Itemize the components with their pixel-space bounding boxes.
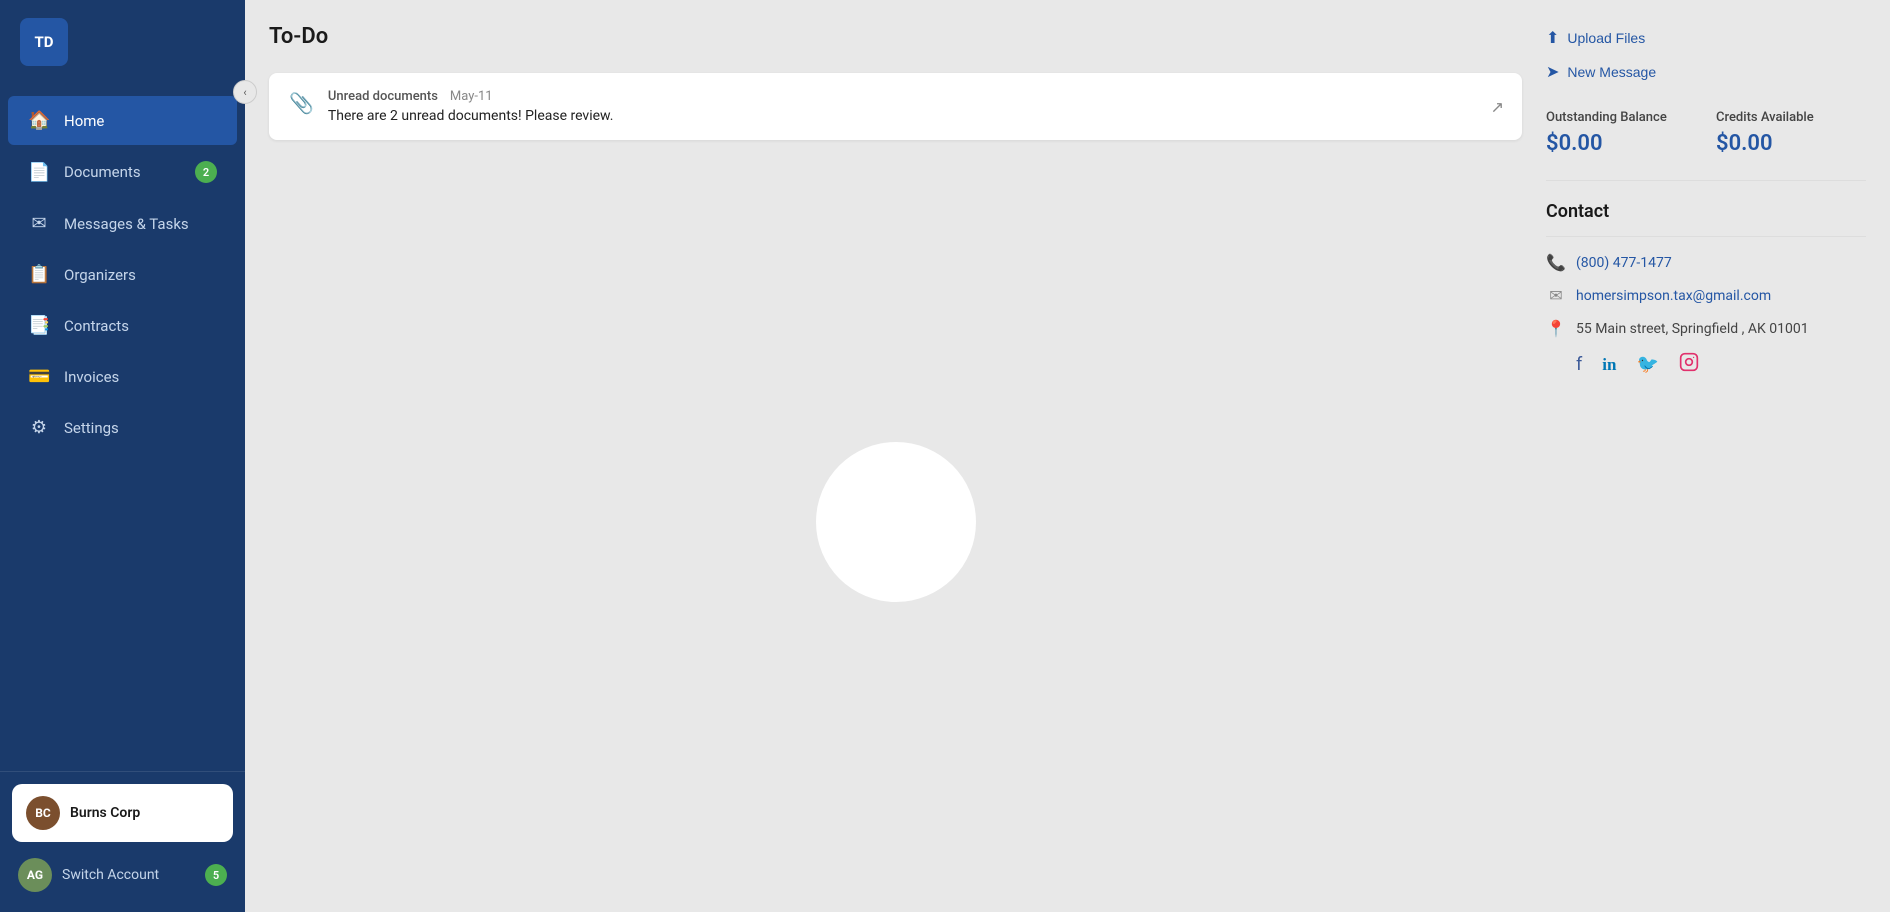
outstanding-balance-value: $0.00 xyxy=(1546,131,1696,156)
sidebar-item-organizers[interactable]: 📋 Organizers xyxy=(8,250,237,299)
sidebar-item-home[interactable]: 🏠 Home xyxy=(8,96,237,145)
app-logo: TD xyxy=(20,18,68,66)
sidebar-item-invoices[interactable]: 💳 Invoices xyxy=(8,352,237,401)
switch-account-button[interactable]: AG Switch Account 5 xyxy=(12,850,233,900)
sidebar-item-messages[interactable]: ✉ Messages & Tasks xyxy=(8,199,237,248)
avatar-bc: BC xyxy=(26,796,60,830)
upload-icon: ⬆ xyxy=(1546,28,1559,48)
contact-title: Contact xyxy=(1546,201,1866,222)
switch-account-label: Switch Account xyxy=(62,867,159,883)
todo-message: There are 2 unread documents! Please rev… xyxy=(328,108,1502,124)
sidebar-footer: BC Burns Corp AG Switch Account 5 xyxy=(0,771,245,912)
sidebar-item-invoices-label: Invoices xyxy=(64,368,119,386)
todo-header: Unread documents May-11 xyxy=(328,89,1502,104)
sidebar-item-organizers-label: Organizers xyxy=(64,266,136,284)
documents-badge: 2 xyxy=(195,161,217,183)
upload-files-button[interactable]: ⬆ Upload Files xyxy=(1546,24,1645,52)
loading-circle xyxy=(816,442,976,602)
contact-phone-item: 📞 (800) 477-1477 xyxy=(1546,253,1866,272)
todo-card: 📎 Unread documents May-11 There are 2 un… xyxy=(269,73,1522,140)
instagram-icon[interactable] xyxy=(1679,352,1699,377)
email-icon: ✉ xyxy=(1546,286,1566,305)
center-panel: To-Do 📎 Unread documents May-11 There ar… xyxy=(269,24,1522,888)
sidebar-item-contracts[interactable]: 📑 Contracts xyxy=(8,301,237,350)
contact-section: Contact 📞 (800) 477-1477 ✉ homersimpson.… xyxy=(1546,201,1866,377)
new-message-label: New Message xyxy=(1567,64,1656,80)
contact-address: 55 Main street, Springfield , AK 01001 xyxy=(1576,321,1809,337)
account-card: BC Burns Corp xyxy=(12,784,233,842)
upload-files-label: Upload Files xyxy=(1567,30,1645,46)
account-name: Burns Corp xyxy=(70,805,140,821)
todo-label: Unread documents xyxy=(328,89,438,104)
facebook-icon[interactable]: f xyxy=(1576,354,1582,375)
switch-account-badge: 5 xyxy=(205,864,227,886)
documents-icon: 📄 xyxy=(28,162,50,183)
messages-icon: ✉ xyxy=(28,213,50,234)
settings-icon: ⚙ xyxy=(28,417,50,438)
right-actions: ⬆ Upload Files ➤ New Message xyxy=(1546,24,1866,86)
sidebar-collapse-button[interactable]: ‹ xyxy=(233,80,257,104)
contact-address-item: 📍 55 Main street, Springfield , AK 01001 xyxy=(1546,319,1866,338)
todo-content: Unread documents May-11 There are 2 unre… xyxy=(328,89,1502,124)
organizers-icon: 📋 xyxy=(28,264,50,285)
sidebar-item-home-label: Home xyxy=(64,112,104,130)
main-content: To-Do 📎 Unread documents May-11 There ar… xyxy=(245,0,1890,912)
balance-section: Outstanding Balance $0.00 Credits Availa… xyxy=(1546,110,1866,156)
linkedin-icon[interactable]: in xyxy=(1602,355,1616,375)
sidebar: TD ‹ 🏠 Home 📄 Documents 2 ✉ Messages & T… xyxy=(0,0,245,912)
outstanding-balance-label: Outstanding Balance xyxy=(1546,110,1696,125)
credits-available-label: Credits Available xyxy=(1716,110,1866,125)
todo-external-link-icon[interactable]: ↗ xyxy=(1491,97,1504,116)
sidebar-logo: TD xyxy=(0,0,245,84)
attachment-icon: 📎 xyxy=(289,91,314,115)
credits-available-block: Credits Available $0.00 xyxy=(1716,110,1866,156)
sidebar-item-messages-label: Messages & Tasks xyxy=(64,215,189,233)
contact-email-item: ✉ homersimpson.tax@gmail.com xyxy=(1546,286,1866,305)
loading-area xyxy=(269,156,1522,888)
sidebar-item-documents[interactable]: 📄 Documents 2 xyxy=(8,147,237,197)
invoices-icon: 💳 xyxy=(28,366,50,387)
page-title: To-Do xyxy=(269,24,1522,49)
home-icon: 🏠 xyxy=(28,110,50,131)
contracts-icon: 📑 xyxy=(28,315,50,336)
credits-available-value: $0.00 xyxy=(1716,131,1866,156)
sidebar-item-documents-label: Documents xyxy=(64,163,141,181)
social-row: f in 🐦 xyxy=(1546,352,1866,377)
sidebar-nav: 🏠 Home 📄 Documents 2 ✉ Messages & Tasks … xyxy=(0,84,245,771)
new-message-button[interactable]: ➤ New Message xyxy=(1546,58,1656,86)
balance-divider xyxy=(1546,180,1866,181)
outstanding-balance-block: Outstanding Balance $0.00 xyxy=(1546,110,1696,156)
contact-phone-link[interactable]: (800) 477-1477 xyxy=(1576,255,1672,271)
phone-icon: 📞 xyxy=(1546,253,1566,272)
contact-divider xyxy=(1546,236,1866,237)
avatar-ag: AG xyxy=(18,858,52,892)
twitter-icon[interactable]: 🐦 xyxy=(1636,354,1658,375)
main-inner: To-Do 📎 Unread documents May-11 There ar… xyxy=(245,0,1890,912)
contact-email-link[interactable]: homersimpson.tax@gmail.com xyxy=(1576,288,1771,304)
todo-date: May-11 xyxy=(450,89,493,104)
right-panel: ⬆ Upload Files ➤ New Message Outstanding… xyxy=(1546,24,1866,888)
send-icon: ➤ xyxy=(1546,62,1559,82)
balance-grid: Outstanding Balance $0.00 Credits Availa… xyxy=(1546,110,1866,156)
sidebar-item-settings[interactable]: ⚙ Settings xyxy=(8,403,237,452)
sidebar-item-settings-label: Settings xyxy=(64,419,119,437)
location-icon: 📍 xyxy=(1546,319,1566,338)
sidebar-item-contracts-label: Contracts xyxy=(64,317,129,335)
